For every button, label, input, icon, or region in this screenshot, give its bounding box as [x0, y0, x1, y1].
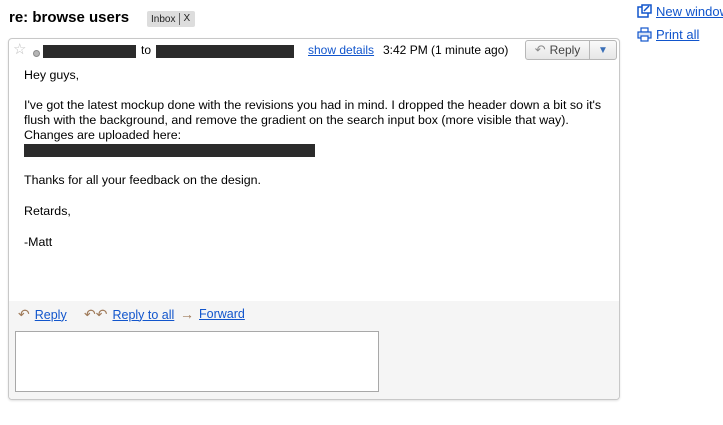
show-details-link[interactable]: show details — [308, 43, 374, 57]
message-footer: ↶ Reply ↶↶ Reply to all → Forward — [9, 301, 619, 399]
star-icon[interactable]: ☆ — [13, 42, 26, 57]
inbox-label[interactable]: Inbox X — [147, 11, 196, 27]
message-header[interactable]: ☆ to show details 3:42 PM (1 minute ago)… — [9, 39, 619, 63]
remove-label-button[interactable]: X — [179, 13, 190, 25]
print-icon — [637, 27, 652, 42]
footer-reply-all-link[interactable]: Reply to all — [112, 308, 174, 322]
reply-arrow-icon: ↶ — [18, 306, 30, 322]
body-changes-line: Changes are uploaded here: — [24, 128, 182, 142]
reply-button-group: ↶ Reply ▼ — [525, 40, 617, 60]
print-all-label[interactable]: Print all — [656, 27, 699, 42]
print-all-link[interactable]: Print all — [637, 27, 699, 42]
footer-reply-all[interactable]: ↶↶ Reply to all — [84, 306, 174, 323]
inbox-label-text[interactable]: Inbox — [151, 14, 175, 25]
show-details-link-wrap[interactable]: show details — [308, 43, 374, 57]
forward-arrow-icon: → — [180, 306, 194, 322]
thread-subject: re: browse users — [9, 9, 130, 26]
message-card: ☆ to show details 3:42 PM (1 minute ago)… — [8, 38, 620, 400]
footer-forward-link[interactable]: Forward — [199, 307, 245, 321]
link-redacted — [24, 144, 315, 157]
body-signature: -Matt — [24, 235, 53, 249]
new-window-icon — [637, 4, 652, 18]
reply-arrow-icon: ↶ — [534, 42, 546, 57]
footer-forward[interactable]: → Forward — [180, 306, 245, 322]
reply-all-arrow-icon: ↶↶ — [84, 306, 108, 322]
presence-icon — [33, 50, 40, 57]
body-paragraph: I've got the latest mockup done with the… — [24, 98, 602, 127]
sender-redacted — [43, 45, 136, 58]
message-body: Hey guys, I've got the latest mockup don… — [24, 68, 609, 250]
reply-button[interactable]: ↶ Reply — [526, 41, 590, 59]
new-window-link[interactable]: New window — [637, 4, 723, 19]
body-thanks: Thanks for all your feedback on the desi… — [24, 173, 261, 187]
recipient-redacted — [156, 45, 294, 58]
body-closing: Retards, — [24, 204, 71, 218]
footer-reply[interactable]: ↶ Reply — [18, 306, 67, 323]
reply-button-label[interactable]: Reply — [550, 43, 581, 57]
new-window-label[interactable]: New window — [656, 4, 723, 19]
to-label: to — [141, 43, 152, 57]
more-options-button[interactable]: ▼ — [590, 41, 616, 59]
chevron-down-icon[interactable]: ▼ — [598, 45, 608, 56]
footer-reply-link[interactable]: Reply — [35, 308, 67, 322]
quick-reply-box[interactable] — [15, 331, 379, 392]
message-timestamp: 3:42 PM (1 minute ago) — [383, 43, 509, 57]
body-greeting: Hey guys, — [24, 68, 80, 82]
